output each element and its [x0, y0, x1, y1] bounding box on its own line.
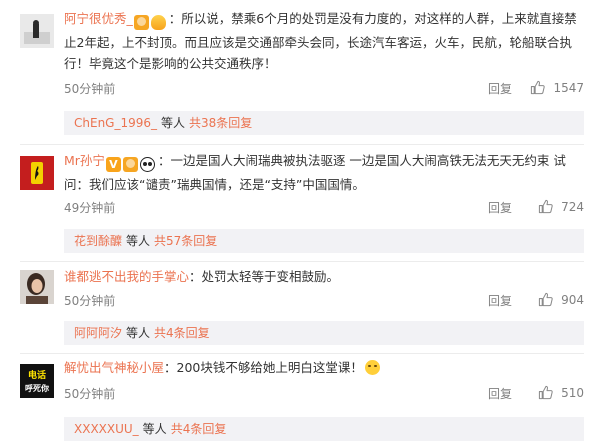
verified-v-icon[interactable]: V — [105, 157, 121, 172]
vip-badge-icon[interactable] — [133, 15, 149, 30]
sub-replies[interactable]: 阿阿阿汐 等人 共4条回复 — [64, 321, 584, 345]
sub-replies[interactable]: 花到酴醾 等人 共57条回复 — [64, 229, 584, 253]
sub-reply-mid: 等人 — [142, 422, 167, 436]
like-count: 510 — [561, 385, 584, 400]
comment-meta: 49分钟前 回复 724 — [64, 199, 584, 217]
reply-button[interactable]: 回复 — [488, 199, 512, 216]
divider — [20, 144, 584, 145]
sub-replies[interactable]: XXXXXUU_ 等人 共4条回复 — [64, 417, 584, 441]
comment-username[interactable]: Mr孙宁 — [64, 153, 105, 168]
sub-reply-count[interactable]: 共4条回复 — [171, 422, 227, 436]
comment-time: 49分钟前 — [64, 201, 116, 215]
like-count: 724 — [561, 199, 584, 214]
comment-body: 解忧出气神秘小屋：200块钱不够给她上明白这堂课！ — [64, 357, 584, 378]
thumbs-up-icon — [538, 292, 553, 307]
sub-reply-user[interactable]: ChEnG_1996_ — [74, 116, 157, 130]
reply-button[interactable]: 回复 — [488, 292, 512, 309]
comment-username[interactable]: 解忧出气神秘小屋 — [64, 360, 164, 375]
sweat-smile-emoji-icon — [364, 360, 380, 375]
like-button[interactable]: 724 — [538, 199, 584, 214]
vip-badge-icon[interactable] — [122, 157, 138, 172]
like-count: 1547 — [553, 80, 584, 95]
comment-username[interactable]: 谁都逃不出我的手掌心 — [64, 269, 189, 284]
avatar[interactable]: 电话 呼死你 — [20, 364, 54, 398]
sub-reply-count[interactable]: 共57条回复 — [154, 234, 217, 248]
sub-reply-mid: 等人 — [126, 326, 151, 340]
comment-body: 阿宁很优秀_ ：所以说，禁乘6个月的处罚是没有力度的，对这样的人群，上来就直接禁止… — [64, 8, 584, 74]
like-button[interactable]: 904 — [538, 292, 584, 307]
comment-meta: 50分钟前 回复 510 — [64, 385, 584, 403]
comment-meta: 50分钟前 回复 904 — [64, 292, 584, 310]
sub-replies[interactable]: ChEnG_1996_ 等人 共38条回复 — [64, 111, 584, 135]
sub-reply-user[interactable]: 花到酴醾 — [74, 234, 122, 248]
lightbulb-icon[interactable] — [150, 15, 166, 30]
like-count: 904 — [561, 292, 584, 307]
reply-button[interactable]: 回复 — [488, 385, 512, 402]
divider — [20, 261, 584, 262]
thumbs-up-icon — [538, 199, 553, 214]
sub-reply-count[interactable]: 共38条回复 — [189, 116, 252, 130]
thumbs-up-icon — [531, 80, 546, 95]
sub-reply-mid: 等人 — [161, 116, 186, 130]
comment-body: Mr孙宁 V ：一边是国人大闹瑞典被执法驱逐 一边是国人大闹高铁无法无天无约束 试问… — [64, 150, 584, 195]
comment-text: ：处罚太轻等于变相鼓励。 — [189, 269, 340, 284]
sub-reply-user[interactable]: 阿阿阿汐 — [74, 326, 122, 340]
avatar[interactable] — [20, 156, 54, 190]
comment-meta: 50分钟前 回复 1547 — [64, 80, 584, 98]
avatar[interactable] — [20, 270, 54, 304]
avatar[interactable] — [20, 14, 54, 48]
like-button[interactable]: 1547 — [530, 80, 584, 95]
comment-body: 谁都逃不出我的手掌心：处罚太轻等于变相鼓励。 — [64, 266, 584, 287]
sub-reply-mid: 等人 — [126, 234, 151, 248]
comment-time: 50分钟前 — [64, 294, 116, 308]
like-button[interactable]: 510 — [538, 385, 584, 400]
comment-time: 50分钟前 — [64, 387, 116, 401]
sub-reply-user[interactable]: XXXXXUU_ — [74, 422, 139, 436]
comment-time: 50分钟前 — [64, 82, 116, 96]
reply-button[interactable]: 回复 — [488, 80, 512, 97]
comment-text: ：200块钱不够给她上明白这堂课！ — [164, 360, 363, 375]
panda-icon[interactable] — [139, 157, 155, 172]
sub-reply-count[interactable]: 共4条回复 — [154, 326, 210, 340]
avatar-text: 电话 — [28, 369, 46, 381]
comment-username[interactable]: 阿宁很优秀_ — [64, 11, 133, 26]
thumbs-up-icon — [538, 385, 553, 400]
divider — [20, 353, 584, 354]
avatar-text: 呼死你 — [25, 383, 49, 393]
